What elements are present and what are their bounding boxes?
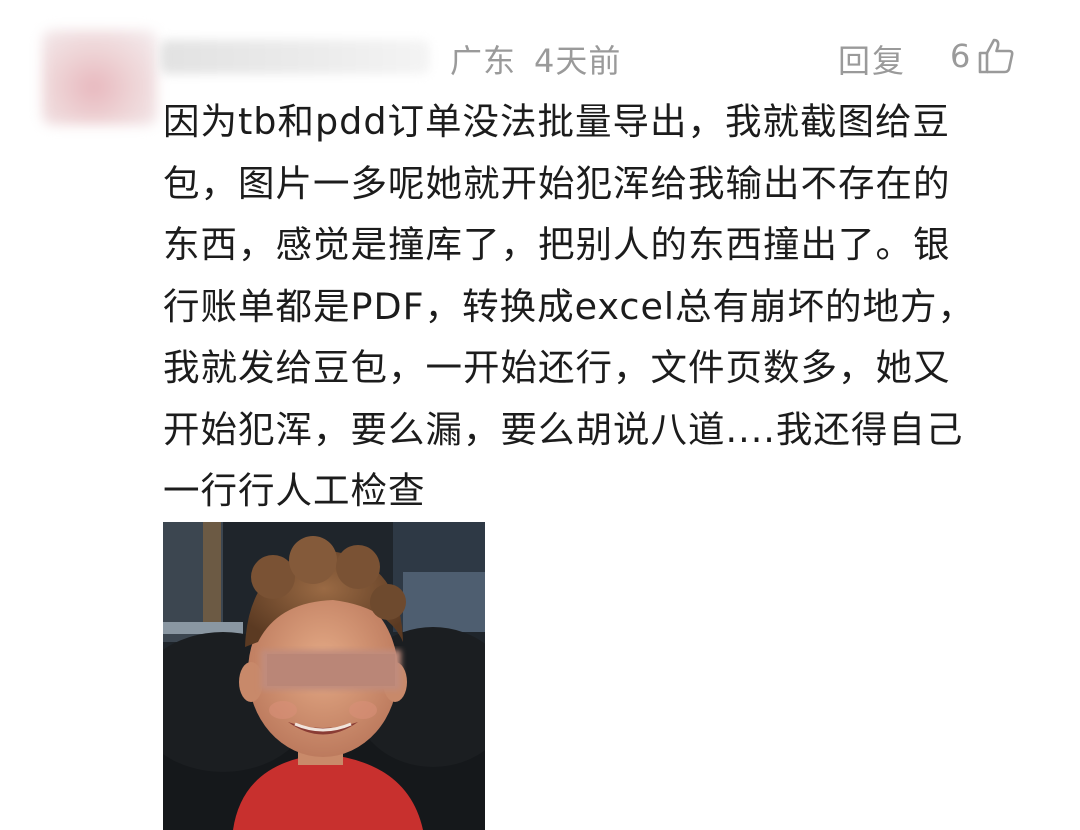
child-portrait-image xyxy=(163,522,485,830)
comment-line: 包，图片一多呢她就开始犯浑给我输出不存在的 xyxy=(163,161,951,205)
comment-line: 东西，感觉是撞库了，把别人的东西撞出了。银 xyxy=(163,223,951,266)
comment-line: 一行行人工检查 xyxy=(163,469,426,512)
comment-line: 因为tb和pdd订单没法批量导出，我就截图给豆 xyxy=(163,100,950,143)
comment-time: 4天前 xyxy=(534,42,622,80)
comment-line: 行账单都是PDF，转换成excel总有崩坏的地方， xyxy=(163,284,976,328)
like-count: 6 xyxy=(950,37,971,75)
thumbs-up-icon xyxy=(979,38,1014,74)
comment-line: 我就发给豆包，一开始还行，文件页数多，她又 xyxy=(163,346,951,389)
reply-button[interactable]: 回复 xyxy=(838,36,906,82)
comment-location: 广东 xyxy=(450,42,517,80)
comment-photo[interactable] xyxy=(163,522,485,830)
like-button[interactable]: 6 xyxy=(950,36,1016,76)
comment-meta: 广东 4天前 xyxy=(450,36,621,82)
username-blurred[interactable] xyxy=(160,40,430,74)
comment-line: 开始犯浑，要么漏，要么胡说八道....我还得自己 xyxy=(163,407,964,451)
comment-text: 因为tb和pdd订单没法批量导出，我就截图给豆 包，图片一多呢她就开始犯浑给我输… xyxy=(163,91,1023,522)
avatar[interactable] xyxy=(42,30,157,125)
